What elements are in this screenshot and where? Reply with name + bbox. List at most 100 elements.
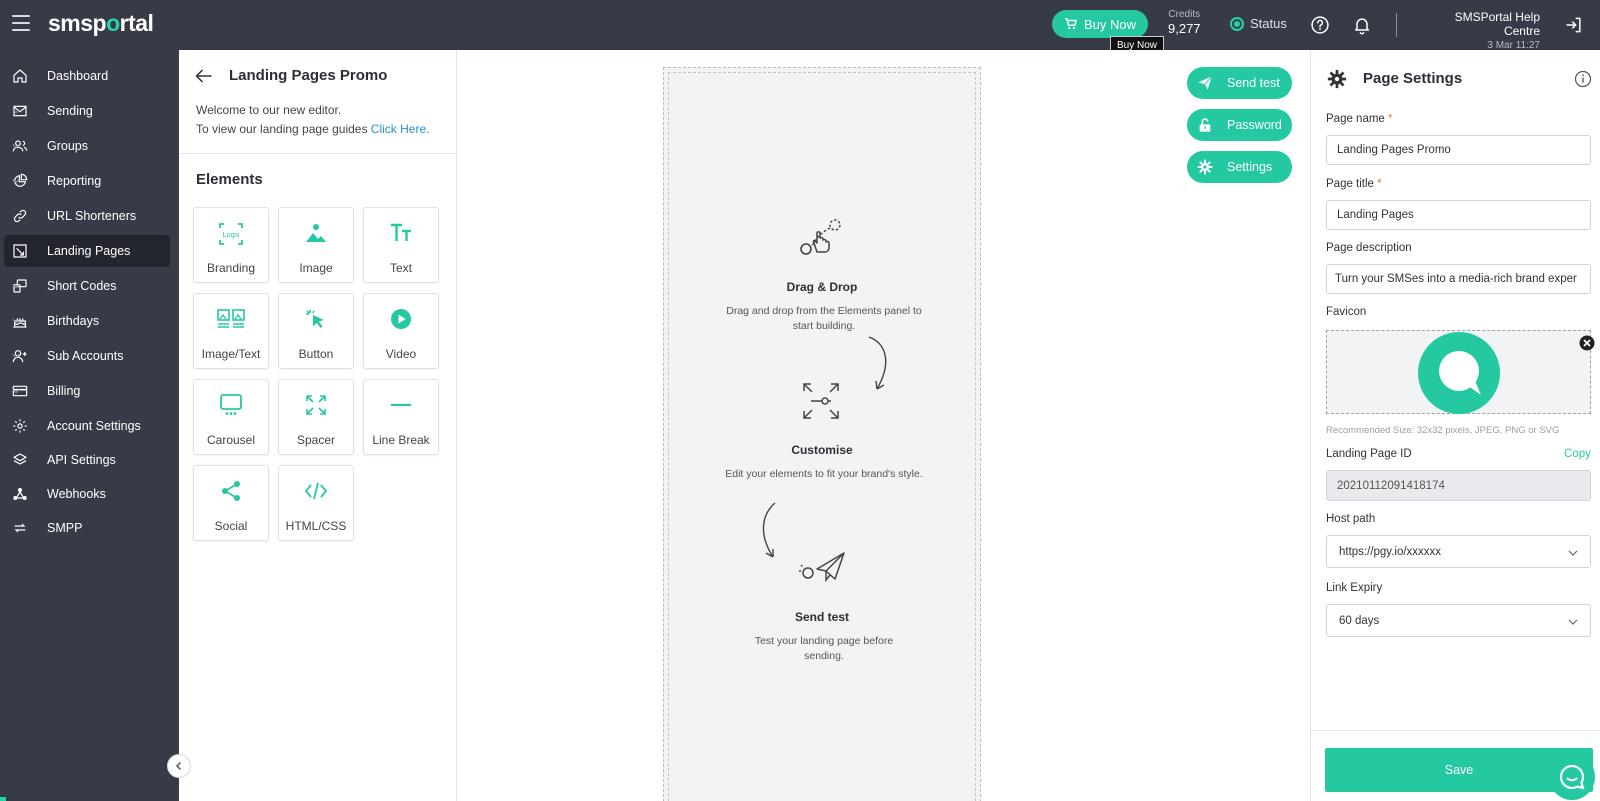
page-canvas[interactable]: Drag & Drop Drag and drop from the Eleme… [663, 67, 981, 801]
sidebar-item-label: Reporting [47, 174, 102, 188]
element-line-break[interactable]: Line Break [363, 379, 439, 455]
gear-icon [1327, 69, 1347, 89]
accent-strip [0, 797, 6, 801]
customise-icon [803, 383, 839, 419]
help-centre-label: SMSPortal Help Centre [1454, 10, 1540, 38]
webhook-icon [13, 488, 27, 500]
expand-icon [306, 395, 326, 415]
sidebar-item-smpp[interactable]: SMPP [4, 512, 170, 544]
sidebar-item-groups[interactable]: Groups [4, 130, 170, 162]
home-icon [13, 69, 27, 83]
sidebar-item-reporting[interactable]: Reporting [4, 165, 170, 197]
divider [1311, 730, 1600, 731]
status-icon [1230, 16, 1244, 31]
chevron-down-icon [12, 109, 20, 114]
cart-icon [1065, 18, 1078, 30]
host-path-select[interactable]: https://pgy.io/xxxxxx [1326, 535, 1591, 568]
sidebar-item-birthdays[interactable]: Birthdays [4, 305, 170, 337]
favicon-preview-icon [1418, 332, 1500, 414]
page-title-input[interactable]: Landing Pages [1326, 200, 1591, 230]
sidebar-item-url-shorteners[interactable]: URL Shorteners [4, 200, 170, 232]
sidebar-item-label: Webhooks [47, 487, 106, 501]
step-description: Drag and drop from the Elements panel to… [726, 305, 922, 332]
help-icon[interactable] [1310, 15, 1330, 35]
sidebar-item-label: Sending [47, 104, 93, 118]
curved-arrow-icon [868, 336, 887, 390]
element-social[interactable]: Social [193, 465, 269, 541]
carousel-icon [220, 394, 242, 415]
element-html-css[interactable]: HTML/CSS [278, 465, 354, 541]
menu-icon[interactable] [12, 15, 30, 31]
status-label: Status [1250, 16, 1287, 31]
branding-icon: Logo [219, 223, 243, 245]
status-indicator[interactable]: Status [1230, 16, 1287, 31]
element-spacer[interactable]: Spacer [278, 379, 354, 455]
code-icon [304, 482, 328, 500]
page-title-label: Page title * [1326, 178, 1382, 190]
element-text[interactable]: Text [363, 207, 439, 283]
paper-plane-icon [1198, 76, 1213, 90]
step-description: Test your landing page before sending. [754, 635, 894, 662]
gear-icon [13, 419, 27, 433]
sidebar: Dashboard Sending Groups Reporting URL S… [0, 50, 179, 801]
password-button[interactable]: Password [1187, 109, 1292, 141]
drag-drop-icon [800, 219, 841, 255]
element-carousel[interactable]: Carousel [193, 379, 269, 455]
landing-page-id-field: 20210112091418174 [1326, 470, 1591, 501]
link-expiry-select[interactable]: 60 days [1326, 604, 1591, 637]
credits: Credits 9,277 [1168, 9, 1201, 36]
chat-icon [1559, 764, 1585, 790]
element-image[interactable]: Image [278, 207, 354, 283]
chevron-down-icon [12, 179, 20, 184]
favicon-upload[interactable] [1326, 330, 1595, 414]
sidebar-item-sub-accounts[interactable]: Sub Accounts [4, 340, 170, 372]
page-name-input[interactable]: Landing Pages Promo [1326, 135, 1591, 165]
sidebar-item-label: Short Codes [47, 279, 117, 293]
element-button[interactable]: Button [278, 293, 354, 369]
logo[interactable]: smsportal [48, 10, 154, 37]
bell-icon[interactable] [1352, 15, 1372, 35]
elements-heading: Elements [196, 171, 263, 188]
chevron-down-icon [12, 389, 20, 394]
chevron-down-icon [12, 354, 20, 359]
canvas-area: Drag & Drop Drag and drop from the Eleme… [457, 50, 1310, 801]
sidebar-item-billing[interactable]: Billing [4, 375, 170, 407]
copy-id-link[interactable]: Copy [1564, 448, 1591, 460]
sidebar-item-landing-pages[interactable]: Landing Pages [4, 235, 170, 267]
sidebar-item-label: URL Shorteners [47, 209, 137, 223]
step-description: Edit your elements to fit your brand's s… [725, 468, 923, 480]
element-branding[interactable]: Logo Branding [193, 207, 269, 283]
sidebar-item-account-settings[interactable]: Account Settings [4, 410, 170, 442]
chevron-down-icon [12, 319, 20, 324]
help-centre-link[interactable]: SMSPortal Help Centre 3 Mar 11:27 [1420, 10, 1540, 51]
element-video[interactable]: Video [363, 293, 439, 369]
settings-button[interactable]: Settings [1187, 151, 1292, 183]
chat-button[interactable] [1549, 754, 1595, 800]
settings-title: Page Settings [1363, 70, 1463, 87]
sidebar-item-api-settings[interactable]: API Settings [4, 444, 170, 476]
sidebar-item-sending[interactable]: Sending [4, 95, 170, 127]
sidebar-item-dashboard[interactable]: Dashboard [4, 60, 170, 92]
buy-now-label: Buy Now [1083, 16, 1137, 32]
welcome-text: Welcome to our new editor. To view our l… [196, 103, 430, 136]
logout-icon[interactable] [1564, 15, 1584, 35]
top-bar: smsportal Buy Now Buy Now Credits 9,277 … [0, 0, 1600, 55]
collapse-sidebar-button[interactable] [167, 754, 191, 778]
close-icon[interactable] [1579, 335, 1595, 351]
element-image-text[interactable]: Image/Text [193, 293, 269, 369]
unlock-icon [1199, 118, 1211, 132]
sidebar-item-webhooks[interactable]: Webhooks [4, 478, 170, 510]
share-icon [222, 481, 240, 501]
drop-zone[interactable]: Drag & Drop Drag and drop from the Eleme… [668, 72, 976, 801]
guide-link[interactable]: Click Here. [371, 122, 430, 136]
buy-now-button[interactable]: Buy Now [1052, 10, 1148, 38]
image-text-icon [217, 309, 245, 328]
send-test-button[interactable]: Send test [1187, 67, 1292, 99]
sidebar-item-label: Birthdays [47, 314, 100, 328]
page-description-input[interactable]: Turn your SMSes into a media-rich brand … [1326, 264, 1591, 294]
sidebar-item-short-codes[interactable]: Short Codes [4, 270, 170, 302]
sidebar-item-label: Billing [47, 384, 81, 398]
back-arrow-icon[interactable] [195, 68, 213, 89]
page-description-label: Page description [1326, 242, 1412, 254]
info-icon[interactable] [1574, 70, 1592, 88]
